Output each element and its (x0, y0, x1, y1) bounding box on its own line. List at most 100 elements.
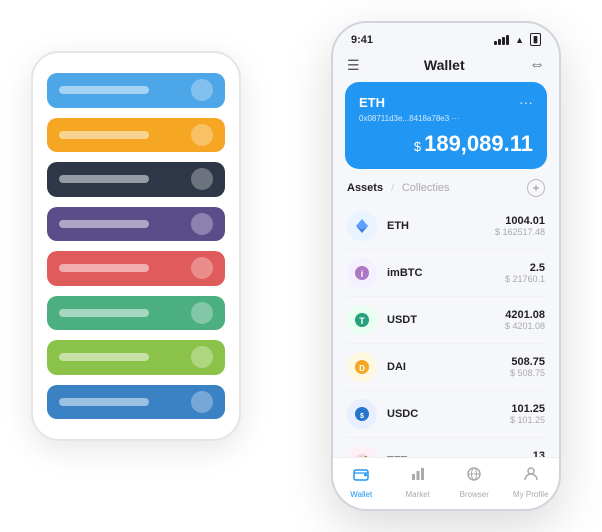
bottom-nav: Wallet Market Browser My Profile (333, 457, 559, 509)
card-label (59, 398, 149, 406)
status-icons: ▲ ▮ (494, 33, 541, 46)
eth-card-address: 0x08711d3e...8418a78e3 ··· (359, 114, 533, 123)
profile-nav-label: My Profile (513, 490, 549, 499)
asset-icon-imbtc: i (347, 258, 377, 288)
svg-text:i: i (361, 269, 364, 279)
nav-item-profile[interactable]: My Profile (503, 466, 560, 499)
card-item[interactable] (47, 162, 225, 197)
balance-amount: 189,089.11 (424, 131, 533, 156)
eth-card-more-button[interactable]: ··· (519, 94, 533, 110)
status-bar: 9:41 ▲ ▮ (333, 23, 559, 50)
assets-tabs: Assets / Collecties (347, 182, 450, 194)
wallet-nav-label: Wallet (350, 490, 372, 499)
asset-name-usdt: USDT (387, 314, 495, 326)
asset-name-dai: DAI (387, 361, 500, 373)
asset-values-dai: 508.75 $ 508.75 (510, 356, 545, 378)
nav-item-wallet[interactable]: Wallet (333, 466, 390, 499)
asset-icon-usdc: $ (347, 399, 377, 429)
tab-separator: / (391, 183, 394, 194)
phone-back (31, 51, 241, 441)
profile-nav-icon (523, 466, 539, 487)
page-title: Wallet (424, 57, 465, 73)
asset-usd-eth: $ 162517.48 (495, 227, 545, 237)
assets-header: Assets / Collecties + (333, 169, 559, 203)
card-icon (191, 168, 213, 190)
tab-collectibles[interactable]: Collecties (402, 182, 450, 194)
asset-values-tft: 13 0 (533, 450, 545, 457)
asset-icon-tft: 🌿 (347, 446, 377, 457)
card-item[interactable] (47, 340, 225, 375)
asset-name-eth: ETH (387, 220, 485, 232)
card-label (59, 131, 149, 139)
card-icon (191, 124, 213, 146)
asset-values-imbtc: 2.5 $ 21760.1 (505, 262, 545, 284)
asset-name-imbtc: imBTC (387, 267, 495, 279)
card-icon (191, 79, 213, 101)
card-label (59, 86, 149, 94)
asset-item-usdt[interactable]: T USDT 4201.08 $ 4201.08 (347, 297, 545, 344)
asset-values-eth: 1004.01 $ 162517.48 (495, 215, 545, 237)
wifi-icon: ▲ (515, 35, 524, 45)
card-item[interactable] (47, 296, 225, 331)
svg-text:$: $ (360, 413, 364, 420)
card-icon (191, 213, 213, 235)
nav-item-market[interactable]: Market (390, 466, 447, 499)
card-item[interactable] (47, 207, 225, 242)
card-item[interactable] (47, 73, 225, 108)
card-item[interactable] (47, 385, 225, 420)
asset-item-dai[interactable]: D DAI 508.75 $ 508.75 (347, 344, 545, 391)
eth-card-header: ETH ··· (359, 94, 533, 110)
asset-amount-usdc: 101.25 (510, 403, 545, 415)
eth-card[interactable]: ETH ··· 0x08711d3e...8418a78e3 ··· $189,… (345, 82, 547, 169)
asset-name-usdc: USDC (387, 408, 500, 420)
nav-header: ☰ Wallet ⇔ (333, 50, 559, 82)
asset-item-eth[interactable]: ETH 1004.01 $ 162517.48 (347, 203, 545, 250)
card-icon (191, 257, 213, 279)
card-item[interactable] (47, 118, 225, 153)
asset-amount-eth: 1004.01 (495, 215, 545, 227)
eth-card-title: ETH (359, 95, 385, 110)
asset-amount-imbtc: 2.5 (505, 262, 545, 274)
card-icon (191, 346, 213, 368)
card-label (59, 309, 149, 317)
expand-icon[interactable]: ⇔ (529, 56, 545, 74)
asset-item-imbtc[interactable]: i imBTC 2.5 $ 21760.1 (347, 250, 545, 297)
card-label (59, 264, 149, 272)
asset-usd-usdc: $ 101.25 (510, 415, 545, 425)
status-time: 9:41 (351, 34, 373, 46)
browser-nav-label: Browser (460, 490, 489, 499)
tab-assets[interactable]: Assets (347, 182, 383, 194)
phone-front: 9:41 ▲ ▮ ☰ Wallet ⇔ ETH ··· (331, 21, 561, 511)
card-item[interactable] (47, 251, 225, 286)
battery-icon: ▮ (530, 33, 541, 46)
card-label (59, 353, 149, 361)
asset-icon-dai: D (347, 352, 377, 382)
asset-amount-usdt: 4201.08 (505, 309, 545, 321)
svg-text:D: D (359, 364, 365, 373)
asset-usd-imbtc: $ 21760.1 (505, 274, 545, 284)
card-icon (191, 302, 213, 324)
asset-item-tft[interactable]: 🌿 TFT 13 0 (347, 438, 545, 457)
add-asset-button[interactable]: + (527, 179, 545, 197)
nav-item-browser[interactable]: Browser (446, 466, 503, 499)
wallet-nav-icon (353, 466, 369, 487)
card-label (59, 175, 149, 183)
asset-amount-tft: 13 (533, 450, 545, 457)
asset-icon-usdt: T (347, 305, 377, 335)
signal-icon (494, 35, 509, 45)
menu-icon[interactable]: ☰ (347, 57, 360, 74)
scene: 9:41 ▲ ▮ ☰ Wallet ⇔ ETH ··· (11, 11, 591, 521)
asset-icon-eth (347, 211, 377, 241)
asset-usd-dai: $ 508.75 (510, 368, 545, 378)
browser-nav-icon (466, 466, 482, 487)
asset-values-usdt: 4201.08 $ 4201.08 (505, 309, 545, 331)
market-nav-label: Market (406, 490, 430, 499)
asset-amount-dai: 508.75 (510, 356, 545, 368)
asset-values-usdc: 101.25 $ 101.25 (510, 403, 545, 425)
currency-symbol: $ (414, 139, 421, 154)
asset-usd-usdt: $ 4201.08 (505, 321, 545, 331)
card-label (59, 220, 149, 228)
eth-card-balance: $189,089.11 (359, 131, 533, 157)
asset-list: ETH 1004.01 $ 162517.48 i imBTC 2.5 $ 21… (333, 203, 559, 457)
asset-item-usdc[interactable]: $ USDC 101.25 $ 101.25 (347, 391, 545, 438)
